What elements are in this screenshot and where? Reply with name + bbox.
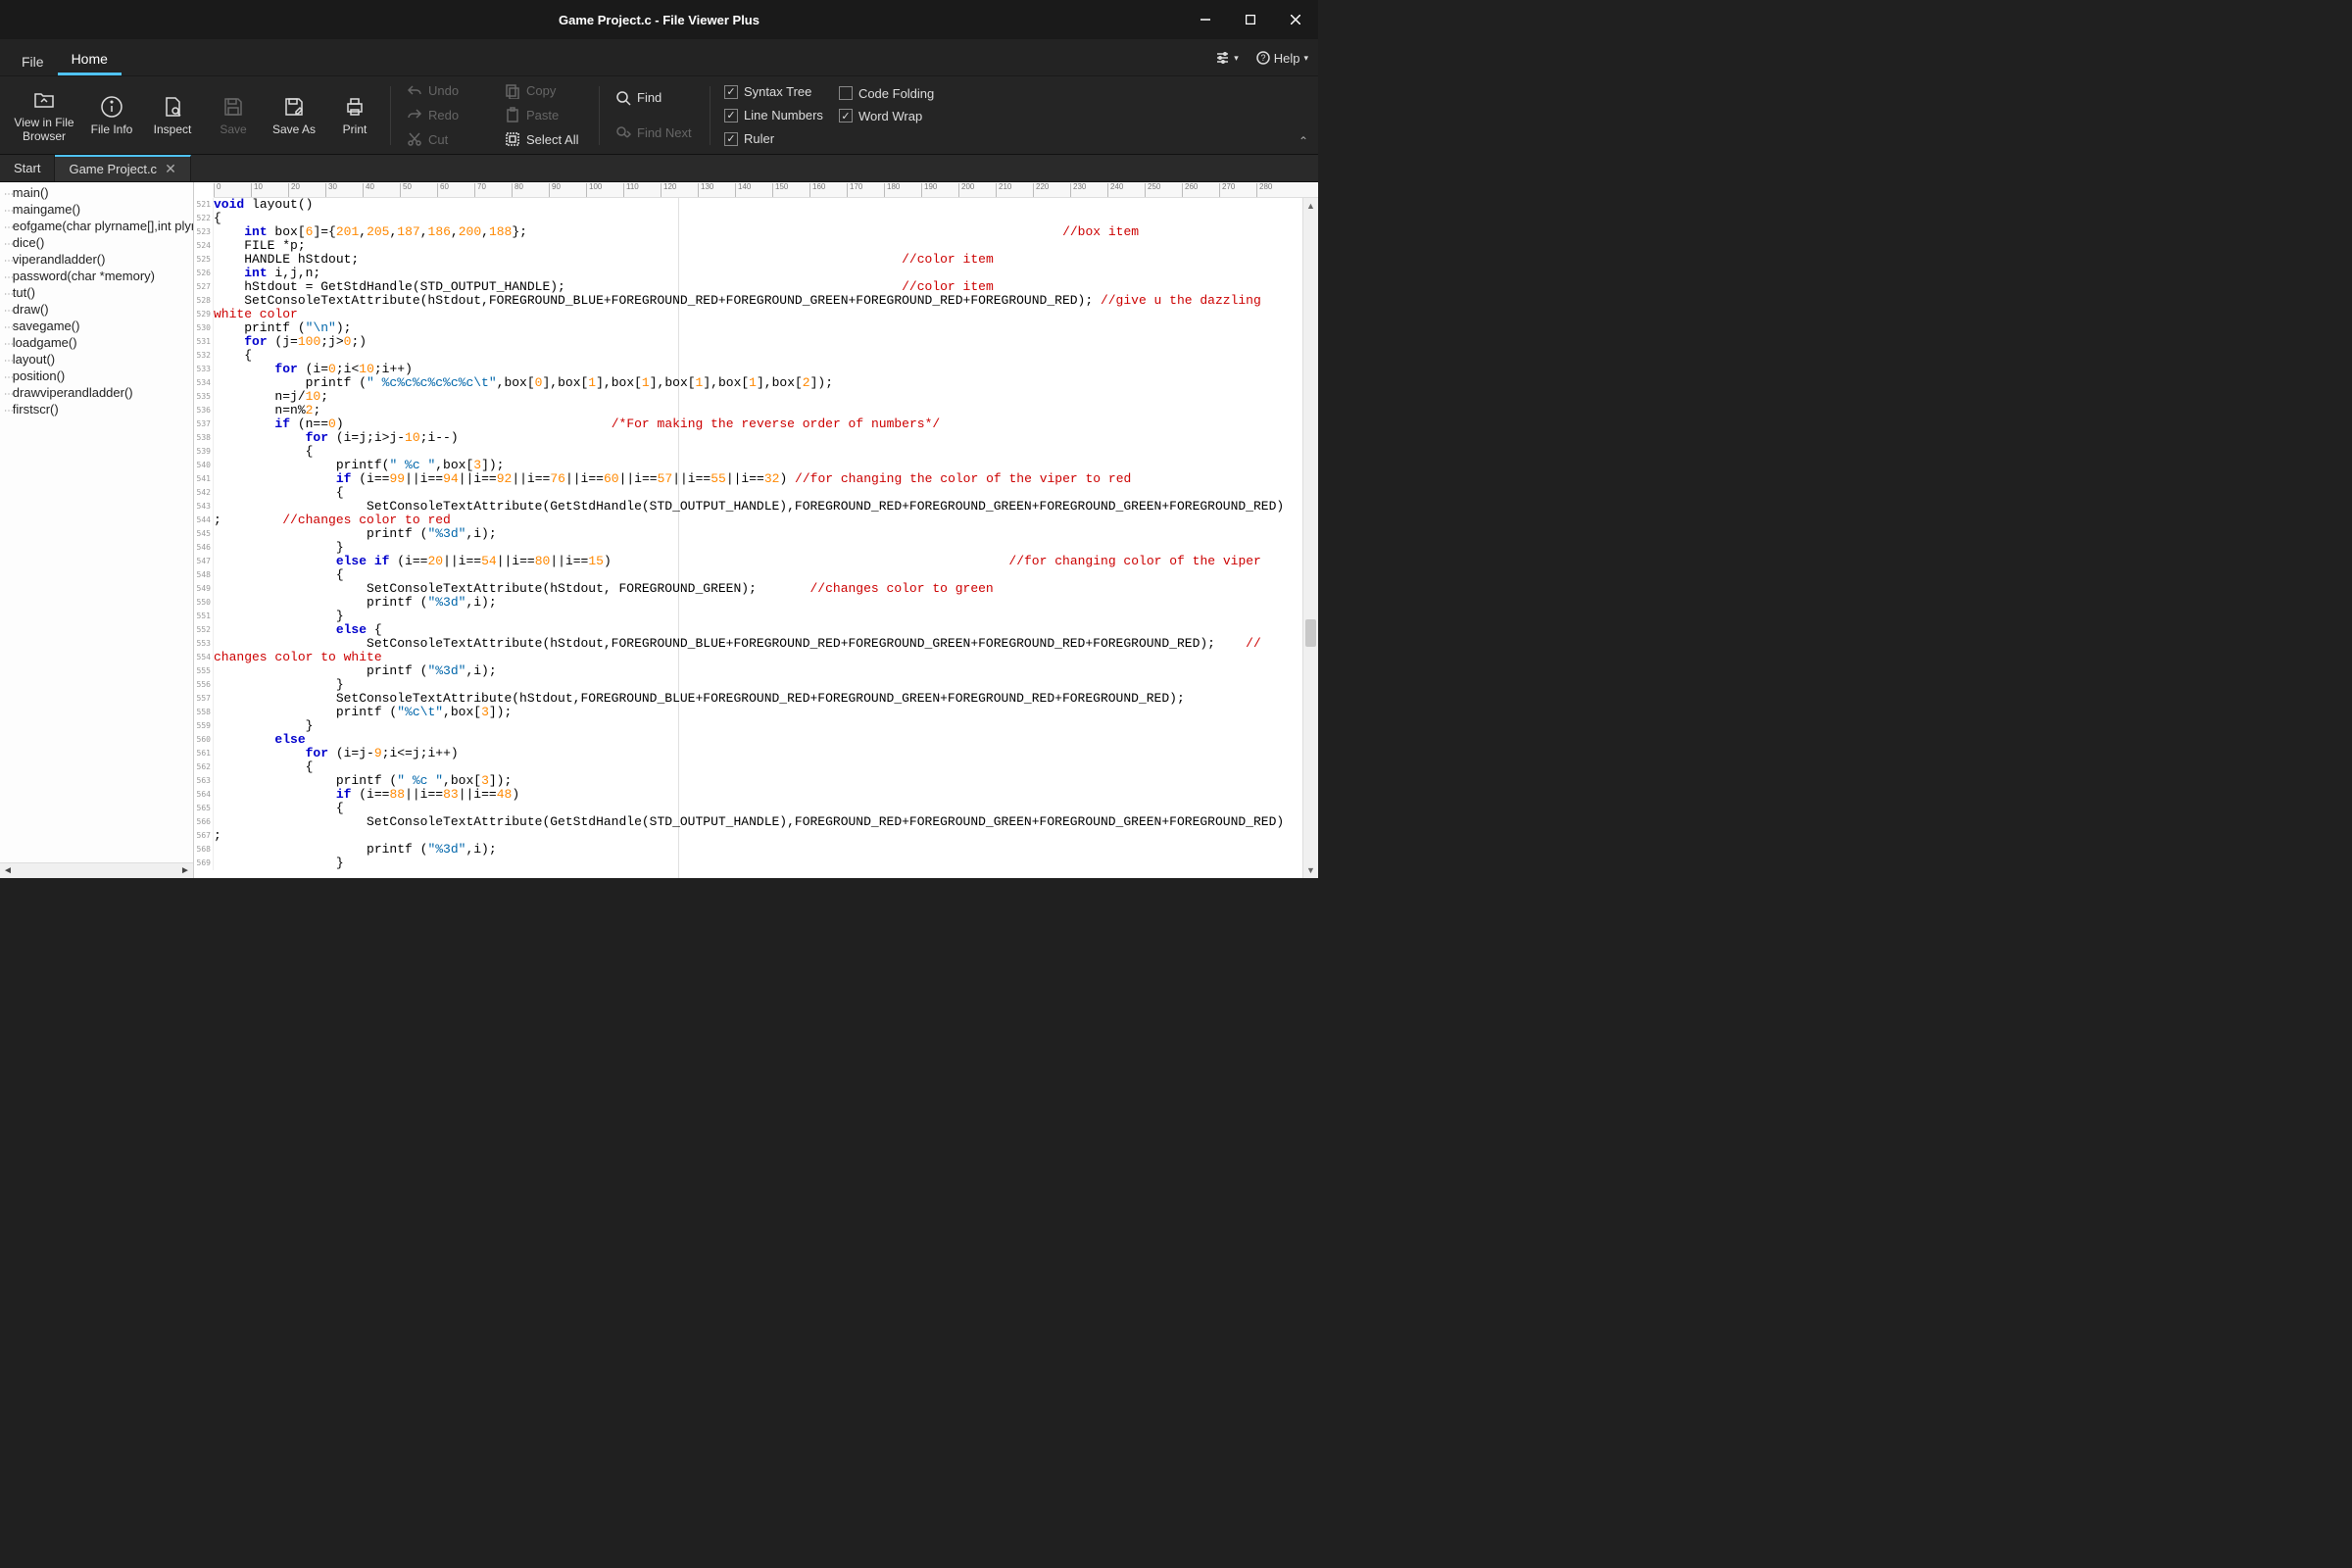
tree-item[interactable]: firstscr() bbox=[4, 401, 193, 417]
tree-item[interactable]: eofgame(char plyrname[],int plyr) bbox=[4, 218, 193, 234]
redo-button: Redo bbox=[403, 105, 489, 124]
window-controls bbox=[1183, 0, 1318, 39]
scroll-right-arrow[interactable]: ► bbox=[177, 863, 193, 879]
sidebar-horizontal-scrollbar[interactable]: ◄ ► bbox=[0, 862, 193, 878]
ruler-checkbox[interactable]: ✓Ruler bbox=[724, 131, 823, 146]
file-info-button[interactable]: File Info bbox=[82, 80, 141, 151]
search-icon bbox=[615, 90, 631, 106]
syntax-tree-panel: main()maingame()eofgame(char plyrname[],… bbox=[0, 182, 194, 878]
copy-icon bbox=[505, 83, 520, 99]
menu-file[interactable]: File bbox=[8, 46, 58, 75]
print-icon bbox=[343, 95, 367, 119]
tree-item[interactable]: viperandladder() bbox=[4, 251, 193, 268]
code-area[interactable]: void layout() { int box[6]={201,205,187,… bbox=[214, 198, 1284, 870]
close-button[interactable] bbox=[1273, 0, 1318, 39]
print-button[interactable]: Print bbox=[325, 80, 384, 151]
help-label: Help bbox=[1274, 51, 1300, 66]
editor-ruler: 0102030405060708090100110120130140150160… bbox=[214, 182, 1318, 198]
find-next-icon bbox=[615, 125, 631, 141]
scroll-left-arrow[interactable]: ◄ bbox=[0, 863, 16, 879]
editor-vertical-scrollbar[interactable]: ▲ ▼ bbox=[1302, 198, 1318, 878]
scroll-thumb[interactable] bbox=[1305, 619, 1316, 647]
scroll-down-arrow[interactable]: ▼ bbox=[1303, 862, 1318, 878]
paste-icon bbox=[505, 107, 520, 122]
view-in-file-browser-label: View in File Browser bbox=[14, 116, 74, 143]
svg-text:?: ? bbox=[1260, 53, 1265, 63]
maximize-button[interactable] bbox=[1228, 0, 1273, 39]
window-title: Game Project.c - File Viewer Plus bbox=[559, 13, 760, 27]
undo-icon bbox=[407, 83, 422, 99]
select-all-button[interactable]: Select All bbox=[501, 129, 587, 149]
main-area: main()maingame()eofgame(char plyrname[],… bbox=[0, 182, 1318, 878]
undo-button: Undo bbox=[403, 81, 489, 101]
tree-item[interactable]: tut() bbox=[4, 284, 193, 301]
save-as-button[interactable]: Save As bbox=[265, 80, 323, 151]
menubar: File Home ▾ ? Help ▾ bbox=[0, 39, 1318, 76]
word-wrap-checkbox[interactable]: ✓Word Wrap bbox=[839, 109, 934, 123]
paste-button: Paste bbox=[501, 105, 587, 124]
tree-item[interactable]: password(char *memory) bbox=[4, 268, 193, 284]
tree-item[interactable]: main() bbox=[4, 184, 193, 201]
code-folding-checkbox[interactable]: Code Folding bbox=[839, 86, 934, 101]
help-button[interactable]: ? Help ▾ bbox=[1256, 51, 1308, 66]
find-button[interactable]: Find bbox=[612, 88, 698, 108]
save-icon bbox=[221, 95, 245, 119]
tabs-row: Start Game Project.c ✕ bbox=[0, 155, 1318, 182]
ribbon-display-options[interactable]: ▾ bbox=[1216, 52, 1239, 64]
syntax-tree-checkbox[interactable]: ✓Syntax Tree bbox=[724, 84, 823, 99]
collapse-ribbon-button[interactable]: ⌃ bbox=[1298, 134, 1308, 148]
tree-item[interactable]: savegame() bbox=[4, 318, 193, 334]
cut-icon bbox=[407, 131, 422, 147]
tree-item[interactable]: dice() bbox=[4, 234, 193, 251]
redo-icon bbox=[407, 107, 422, 122]
select-all-icon bbox=[505, 131, 520, 147]
tree-item[interactable]: loadgame() bbox=[4, 334, 193, 351]
tree-item[interactable]: layout() bbox=[4, 351, 193, 368]
info-icon bbox=[100, 95, 123, 119]
copy-button: Copy bbox=[501, 81, 587, 101]
tree-item[interactable]: drawviperandladder() bbox=[4, 384, 193, 401]
save-button: Save bbox=[204, 80, 263, 151]
scroll-up-arrow[interactable]: ▲ bbox=[1303, 198, 1318, 214]
tree-item[interactable]: draw() bbox=[4, 301, 193, 318]
line-numbers-checkbox[interactable]: ✓Line Numbers bbox=[724, 108, 823, 122]
cut-button: Cut bbox=[403, 129, 489, 149]
tree-item[interactable]: maingame() bbox=[4, 201, 193, 218]
tab-close-button[interactable]: ✕ bbox=[165, 161, 176, 177]
tab-start[interactable]: Start bbox=[0, 155, 55, 181]
menu-home[interactable]: Home bbox=[58, 43, 122, 75]
view-in-file-browser-button[interactable]: View in File Browser bbox=[8, 80, 80, 151]
tab-file[interactable]: Game Project.c ✕ bbox=[55, 155, 190, 181]
editor: 0102030405060708090100110120130140150160… bbox=[194, 182, 1318, 878]
minimize-button[interactable] bbox=[1183, 0, 1228, 39]
save-as-icon bbox=[282, 95, 306, 119]
titlebar: Game Project.c - File Viewer Plus bbox=[0, 0, 1318, 39]
document-search-icon bbox=[161, 95, 184, 119]
tree-item[interactable]: position() bbox=[4, 368, 193, 384]
find-next-button: Find Next bbox=[612, 123, 698, 143]
line-number-gutter: 5215225235245255265275285295305315325335… bbox=[194, 198, 214, 870]
ribbon: View in File Browser File Info Inspect S… bbox=[0, 76, 1318, 155]
inspect-button[interactable]: Inspect bbox=[143, 80, 202, 151]
folder-arrow-icon bbox=[32, 88, 56, 112]
